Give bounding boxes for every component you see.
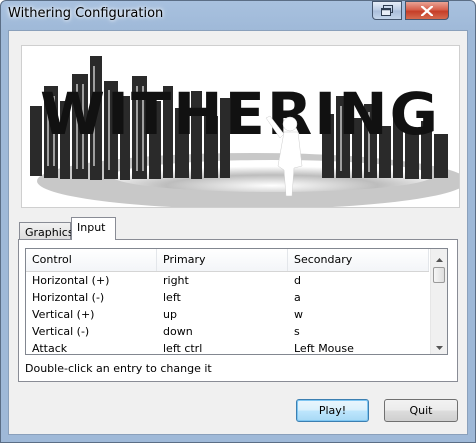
controls-list[interactable]: Control Primary Secondary Horizontal (+)… <box>25 248 448 355</box>
column-header-primary[interactable]: Primary <box>157 249 288 271</box>
chevron-down-icon <box>436 339 443 353</box>
secondary-key: w <box>294 308 303 321</box>
column-header-control[interactable]: Control <box>26 249 157 271</box>
client-area: WITHERING Graphics Input Control Primary… <box>8 30 468 435</box>
column-header-secondary[interactable]: Secondary <box>288 249 429 271</box>
hint-text: Double-click an entry to change it <box>25 362 212 375</box>
restore-icon <box>380 5 394 16</box>
list-item[interactable]: Vertical (+) up w <box>26 306 429 323</box>
control-name: Attack <box>32 342 68 355</box>
quit-button[interactable]: Quit <box>384 399 458 422</box>
chevron-up-icon <box>436 251 443 265</box>
control-name: Horizontal (+) <box>32 274 110 287</box>
primary-key: down <box>163 325 193 338</box>
list-rows: Horizontal (+) right d Horizontal (-) le… <box>26 272 429 355</box>
control-name: Vertical (+) <box>32 308 95 321</box>
tab-graphics[interactable]: Graphics <box>19 222 74 240</box>
play-button[interactable]: Play! <box>296 399 369 422</box>
withering-banner: WITHERING <box>21 45 460 208</box>
title-bar[interactable]: Withering Configuration <box>1 1 475 29</box>
close-button[interactable] <box>405 1 449 20</box>
input-tab-panel: Control Primary Secondary Horizontal (+)… <box>18 239 458 382</box>
list-item[interactable]: Vertical (-) down s <box>26 323 429 340</box>
list-item[interactable]: Attack left ctrl Left Mouse <box>26 340 429 355</box>
primary-key: right <box>163 274 189 287</box>
close-icon <box>421 5 433 16</box>
control-name: Horizontal (-) <box>32 291 105 304</box>
list-scrollbar[interactable] <box>430 249 447 354</box>
primary-key: up <box>163 308 177 321</box>
scroll-thumb[interactable] <box>433 267 445 283</box>
secondary-key: a <box>294 291 301 304</box>
banner-logo-text: WITHERING <box>40 80 440 148</box>
window-title: Withering Configuration <box>8 6 164 21</box>
secondary-key: Left Mouse <box>294 342 354 355</box>
primary-key: left <box>163 291 181 304</box>
tab-input[interactable]: Input <box>71 217 116 240</box>
scroll-down-button[interactable] <box>431 337 447 354</box>
control-name: Vertical (-) <box>32 325 90 338</box>
secondary-key: s <box>294 325 300 338</box>
secondary-key: d <box>294 274 301 287</box>
restore-button[interactable] <box>372 1 402 20</box>
primary-key: left ctrl <box>163 342 203 355</box>
list-item[interactable]: Horizontal (-) left a <box>26 289 429 306</box>
list-item[interactable]: Horizontal (+) right d <box>26 272 429 289</box>
list-header: Control Primary Secondary <box>26 249 429 272</box>
app-window: Withering Configuration WITHERING Graphi… <box>0 0 476 443</box>
scroll-up-button[interactable] <box>431 249 447 266</box>
